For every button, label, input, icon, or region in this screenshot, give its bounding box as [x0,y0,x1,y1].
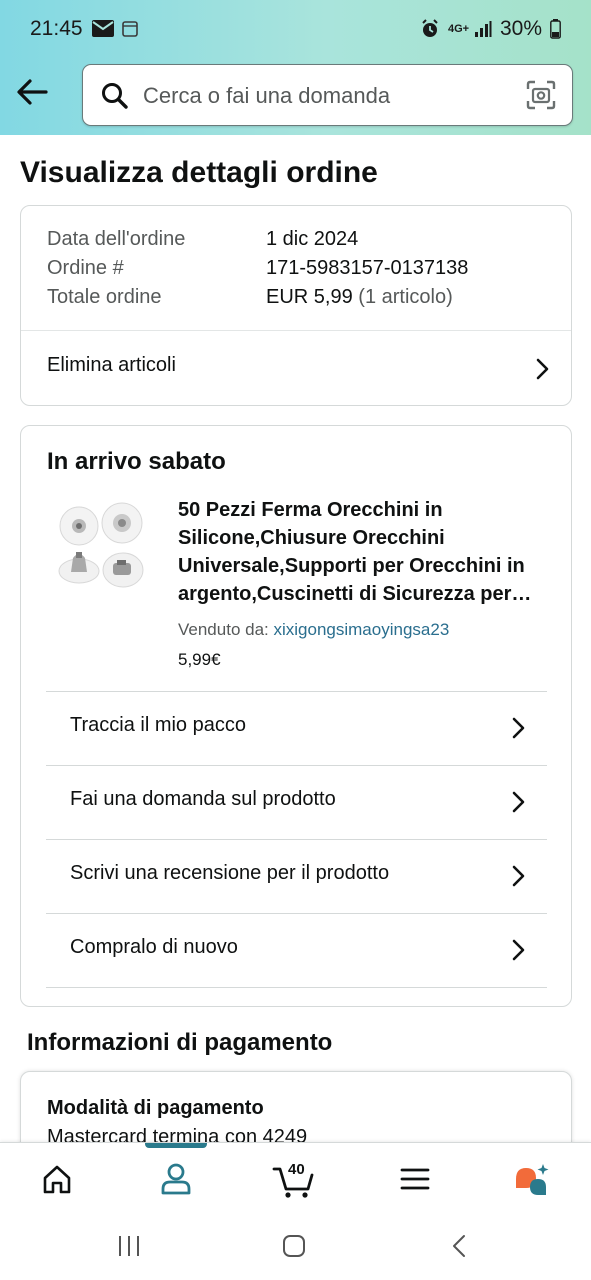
earring-back-4 [102,552,144,588]
delivery-status: In arrivo sabato [47,448,226,475]
battery-percent: 30% [499,17,542,40]
home-icon[interactable] [37,1159,77,1199]
calendar-icon [122,20,138,37]
divider [46,765,547,766]
divider [46,691,547,692]
payment-method-label: Modalità di pagamento [47,1097,264,1119]
menu-icon[interactable] [395,1159,435,1199]
seller-info: Venduto da: xixigongsimaoyingsa23 [178,620,449,640]
divider [46,913,547,914]
track-package-label: Traccia il mio pacco [70,714,246,736]
delete-items-row[interactable]: Elimina articoli [21,331,571,406]
order-total-label: Totale ordine [47,286,162,308]
active-tab-indicator [145,1143,207,1148]
shipment-card: In arrivo sabato 50 Pezzi Ferma Orecchin… [20,425,572,1007]
order-date-value: 1 dic 2024 [266,228,359,250]
earring-back-2 [101,502,143,544]
notification-icons [92,20,138,37]
chevron-right-icon [536,358,549,380]
ask-question-label: Fai una domanda sul prodotto [70,788,336,810]
status-time: 21:45 [30,17,83,40]
chevron-right-icon [512,791,525,813]
page-title: Visualizza dettagli ordine [20,156,378,189]
search-icon [102,83,128,109]
buy-again-label: Compralo di nuovo [70,936,238,958]
app-header: 21:45 4G+ 30% Cerca o fai una domanda [0,0,591,135]
recent-apps-icon[interactable] [116,1234,142,1258]
order-total-value: EUR 5,99 (1 articolo) [266,286,453,309]
order-summary-card: Data dell'ordine 1 dic 2024 Ordine # 171… [20,205,572,406]
search-input[interactable]: Cerca o fai una domanda [82,64,573,126]
order-number-label: Ordine # [47,257,124,279]
mail-icon [92,20,114,37]
chevron-right-icon [512,939,525,961]
search-placeholder: Cerca o fai una domanda [143,83,391,108]
order-item-count: (1 articolo) [358,286,453,308]
divider [46,839,547,840]
order-number-value: 171-5983157-0137138 [266,257,469,279]
back-arrow-icon[interactable] [14,74,50,110]
earring-back-1 [59,506,99,546]
status-right: 4G+ 30% [420,17,561,41]
order-total-amount: EUR 5,99 [266,286,353,308]
system-nav-bar [0,1212,591,1280]
product-title[interactable]: 50 Pezzi Ferma Orecchini in Silicone,Chi… [178,496,550,608]
chevron-right-icon [512,865,525,887]
home-button-icon[interactable] [282,1234,306,1258]
account-icon[interactable] [156,1159,196,1199]
delete-items-label: Elimina articoli [47,354,176,376]
battery-icon [550,19,561,39]
rufus-assistant-icon[interactable] [512,1159,552,1199]
chevron-right-icon [512,717,525,739]
bottom-nav: 40 [0,1142,591,1212]
ask-question-row[interactable]: Fai una domanda sul prodotto [46,765,547,839]
signal-icon [474,21,492,37]
network-type: 4G+ [447,22,470,35]
camera-scan-icon[interactable] [526,80,556,110]
product-image[interactable] [47,496,153,602]
write-review-row[interactable]: Scrivi una recensione per il prodotto [46,839,547,913]
order-date-label: Data dell'ordine [47,228,186,250]
back-button-icon[interactable] [451,1234,467,1258]
buy-again-row[interactable]: Compralo di nuovo [46,913,547,987]
sold-by-label: Venduto da: [178,620,269,639]
track-package-row[interactable]: Traccia il mio pacco [46,691,547,765]
status-bar: 21:45 4G+ 30% [0,0,591,60]
payment-section-title: Informazioni di pagamento [27,1029,333,1056]
product-price: 5,99€ [178,650,221,669]
seller-link[interactable]: xixigongsimaoyingsa23 [274,620,450,639]
cart-count-badge: 40 [288,1161,305,1178]
divider [46,987,547,988]
write-review-label: Scrivi una recensione per il prodotto [70,862,390,884]
alarm-icon [422,19,438,37]
